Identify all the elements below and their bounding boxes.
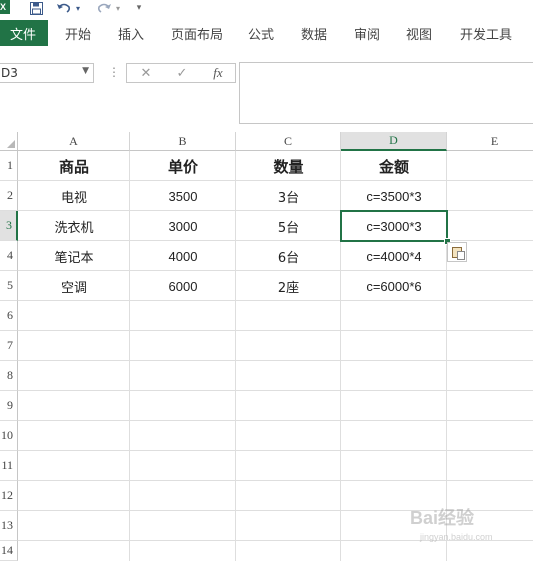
cell-d1[interactable]: 金额 [341,151,447,181]
column-header-e[interactable]: E [447,132,533,151]
active-cell-border [340,210,448,242]
gridline [18,390,533,391]
cell-a5[interactable]: 空调 [18,271,130,301]
tab-review[interactable]: 审阅 [354,20,380,46]
name-box-dropdown-icon[interactable]: ▼ [82,66,89,76]
insert-function-icon[interactable]: fx [203,64,233,82]
cell-d4[interactable]: c=4000*4 [341,241,447,271]
column-header-a[interactable]: A [18,132,130,151]
excel-icon: X [0,0,10,14]
row-header-4[interactable]: 4 [0,241,18,271]
quick-access-toolbar: X ▾ ▾ ▾ [0,0,533,18]
redo-dropdown-icon[interactable]: ▾ [114,0,122,16]
cell-a1[interactable]: 商品 [18,151,130,181]
cell-b3[interactable]: 3000 [130,211,236,241]
row-header-1[interactable]: 1 [0,151,18,181]
row-header-6[interactable]: 6 [0,301,18,331]
column-header-c[interactable]: C [236,132,341,151]
redo-icon[interactable] [96,0,112,16]
watermark-subtext: jingyan.baidu.com [420,532,493,542]
row-header-12[interactable]: 12 [0,481,18,511]
customize-qat-icon[interactable]: ▾ [134,0,144,16]
tab-view[interactable]: 视图 [406,20,432,46]
row-header-3[interactable]: 3 [0,211,18,241]
cell-d5[interactable]: c=6000*6 [341,271,447,301]
cancel-icon[interactable]: ✕ [131,64,161,82]
gridline [18,480,533,481]
gridline [18,330,533,331]
cell-a2[interactable]: 电视 [18,181,130,211]
column-header-b[interactable]: B [130,132,236,151]
gridline [18,420,533,421]
cell-b5[interactable]: 6000 [130,271,236,301]
cell-a4[interactable]: 笔记本 [18,241,130,271]
cell-c1[interactable]: 数量 [236,151,341,181]
ribbon-tab-bar: 文件 开始 插入 页面布局 公式 数据 审阅 视图 开发工具 [0,18,533,49]
save-icon[interactable] [28,0,44,16]
row-header-9[interactable]: 9 [0,391,18,421]
tab-home[interactable]: 开始 [65,20,91,46]
cell-c2[interactable]: 3台 [236,181,341,211]
row-header-14[interactable]: 14 [0,541,18,561]
tab-data[interactable]: 数据 [301,20,327,46]
tab-insert[interactable]: 插入 [118,20,144,46]
cell-a3[interactable]: 洗衣机 [18,211,130,241]
worksheet-grid: A B C D E 1 2 3 4 5 6 7 8 9 10 11 12 13 … [0,132,533,561]
cell-b4[interactable]: 4000 [130,241,236,271]
tab-file[interactable]: 文件 [0,20,48,46]
row-header-10[interactable]: 10 [0,421,18,451]
row-header-11[interactable]: 11 [0,451,18,481]
clipboard-icon [452,246,465,260]
tab-formulas[interactable]: 公式 [248,20,274,46]
undo-icon[interactable] [56,0,72,16]
name-box-value: D3 [1,66,18,80]
row-header-7[interactable]: 7 [0,331,18,361]
cell-c3[interactable]: 5台 [236,211,341,241]
row-header-13[interactable]: 13 [0,511,18,541]
cell-c5[interactable]: 2座 [236,271,341,301]
gridline [18,360,533,361]
cell-c4[interactable]: 6台 [236,241,341,271]
enter-icon[interactable]: ✓ [167,64,197,82]
undo-dropdown-icon[interactable]: ▾ [74,0,82,16]
tab-developer[interactable]: 开发工具 [460,20,512,46]
formula-bar: D3 ▼ ⋮ ✕ ✓ fx [0,48,533,132]
row-header-5[interactable]: 5 [0,271,18,301]
cell-b1[interactable]: 单价 [130,151,236,181]
formula-buttons: ✕ ✓ fx [126,63,236,83]
watermark: Bai经验 [410,508,475,528]
paste-options-button[interactable] [447,242,467,262]
cell-d2[interactable]: c=3500*3 [341,181,447,211]
tab-page-layout[interactable]: 页面布局 [171,20,223,46]
column-header-d[interactable]: D [341,132,447,151]
formula-bar-grip-icon[interactable]: ⋮ [108,65,120,79]
row-header-8[interactable]: 8 [0,361,18,391]
row-header-2[interactable]: 2 [0,181,18,211]
formula-input[interactable] [239,62,533,124]
cell-b2[interactable]: 3500 [130,181,236,211]
gridline [18,450,533,451]
name-box[interactable]: D3 ▼ [0,63,94,83]
select-all-button[interactable] [0,132,18,151]
